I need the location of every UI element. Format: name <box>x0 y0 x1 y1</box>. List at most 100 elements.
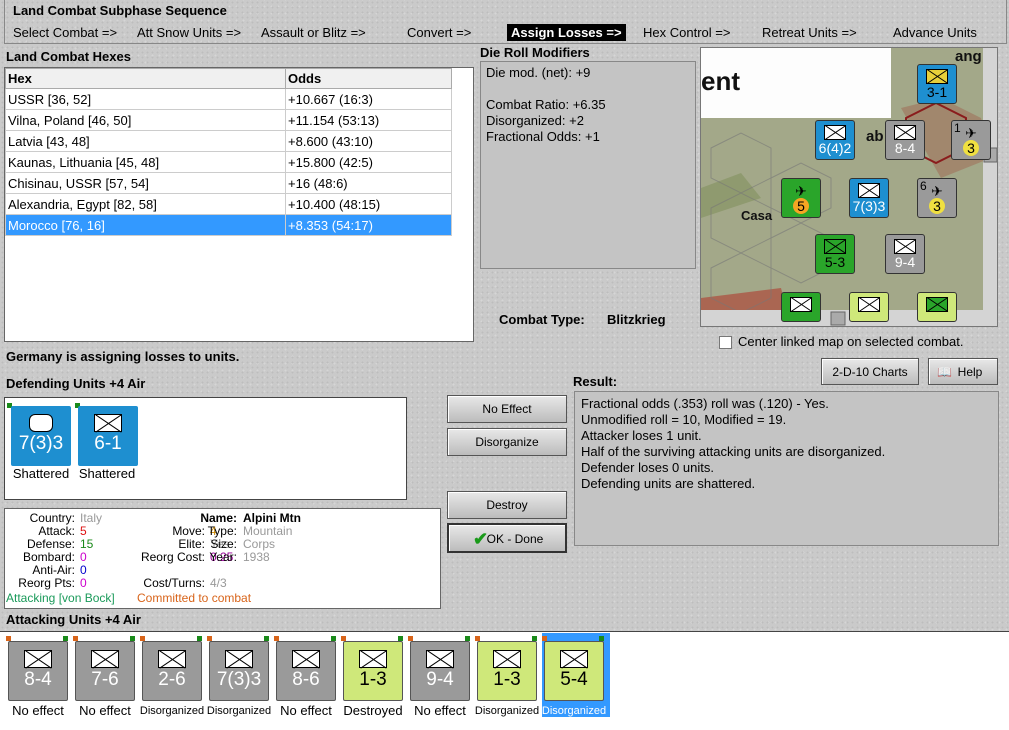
info-antiair-label: Anti-Air: <box>32 563 75 577</box>
armor-symbol-icon <box>29 414 53 432</box>
map-unit[interactable] <box>849 292 889 322</box>
die-line <box>486 81 690 97</box>
map-unit[interactable]: 8-4 <box>885 120 925 160</box>
infantry-symbol-icon <box>158 650 186 668</box>
check-icon: ✔ <box>473 529 489 549</box>
die-line: Fractional Odds: +1 <box>486 129 600 144</box>
combat-type-label: Combat Type: <box>499 312 585 327</box>
attacking-unit[interactable]: 7(3)3 <box>209 641 269 701</box>
info-name-value: Alpini Mtn <box>243 511 301 525</box>
no-effect-button[interactable]: No Effect <box>447 395 567 423</box>
table-row[interactable]: Kaunas, Lithuania [45, 48] +15.800 (42:5) <box>5 151 452 173</box>
attacking-unit[interactable]: 9-4 <box>410 641 470 701</box>
odds-cell: +16 (48:6) <box>285 172 452 194</box>
infantry-symbol-icon <box>292 650 320 668</box>
die-line: Combat Ratio: +6.35 <box>486 97 606 112</box>
attacking-unit-label: Disorganized <box>541 705 607 717</box>
info-move-label: Move: <box>172 524 205 538</box>
info-year-label: Year: <box>209 550 237 564</box>
attacking-unit[interactable]: 7-6 <box>75 641 135 701</box>
info-reorg-value: 0 <box>80 576 87 590</box>
map-label-ab: ab <box>866 128 884 145</box>
info-elite-label: Elite: <box>178 537 205 551</box>
table-row-selected[interactable]: Morocco [76, 16] +8.353 (54:17) <box>5 214 452 236</box>
phase-att-snow-units[interactable]: Att Snow Units => <box>137 25 241 40</box>
infantry-symbol-icon <box>426 650 454 668</box>
combat-hexes-table[interactable]: Hex Odds USSR [36, 52] +10.667 (16:3) Vil… <box>4 67 474 342</box>
attacking-unit-label: No effect <box>280 703 332 718</box>
attacking-unit-label: No effect <box>12 703 64 718</box>
phase-assign-losses[interactable]: Assign Losses => <box>507 24 626 41</box>
phase-assault-or-blitz[interactable]: Assault or Blitz => <box>261 25 366 40</box>
charts-button[interactable]: 2-D-10 Charts <box>821 358 919 385</box>
table-row[interactable]: USSR [36, 52] +10.667 (16:3) <box>5 88 452 110</box>
attacking-unit[interactable]: 8-4 <box>8 641 68 701</box>
phase-select-combat[interactable]: Select Combat => <box>13 25 117 40</box>
table-row[interactable]: Vilna, Poland [46, 50] +11.154 (53:13) <box>5 109 452 131</box>
map-unit[interactable]: 5-3 <box>815 234 855 274</box>
col-hex-header[interactable]: Hex <box>5 68 286 89</box>
unit-info-box: Country: Italy Attack: 5 Defense: 15 Bom… <box>4 508 441 609</box>
phase-advance-units[interactable]: Advance Units <box>893 25 977 40</box>
combat-type-value: Blitzkrieg <box>607 312 666 327</box>
defending-unit[interactable]: 6-1 <box>78 406 138 466</box>
destroy-button[interactable]: Destroy <box>447 491 567 519</box>
info-bombard-label: Bombard: <box>22 550 75 564</box>
center-map-checkbox[interactable] <box>719 336 732 349</box>
ok-done-button[interactable]: ✔ OK - Done <box>447 523 567 553</box>
table-row[interactable]: Chisinau, USSR [57, 54] +16 (48:6) <box>5 172 452 194</box>
attacking-unit[interactable]: 1-3 <box>477 641 537 701</box>
map-unit[interactable]: 6(4)2 <box>815 120 855 160</box>
result-line: Attacker loses 1 unit. <box>581 428 702 443</box>
phase-convert[interactable]: Convert => <box>407 25 471 40</box>
attacking-unit[interactable]: 8-6 <box>276 641 336 701</box>
help-button[interactable]: 📖 Help <box>928 358 998 385</box>
unit-strength: 9-4 <box>426 669 454 690</box>
col-odds-header[interactable]: Odds <box>285 68 452 89</box>
info-size-value: Corps <box>243 537 276 551</box>
defending-unit-label: Shattered <box>12 466 70 481</box>
map-unit[interactable] <box>917 292 957 322</box>
phase-retreat-units[interactable]: Retreat Units => <box>762 25 857 40</box>
result-line: Half of the surviving attacking units ar… <box>581 444 886 459</box>
map-label-casa: Casa <box>741 208 773 223</box>
hex-cell: Latvia [43, 48] <box>5 130 286 152</box>
hex-cell: Chisinau, USSR [57, 54] <box>5 172 286 194</box>
odds-cell: +8.353 (54:17) <box>285 214 452 236</box>
hex-cell: Morocco [76, 16] <box>5 214 286 236</box>
info-attacking-label: Attacking [von Bock] <box>6 591 115 605</box>
attacking-unit[interactable]: 5-4 <box>544 641 604 701</box>
defending-unit[interactable]: 7(3)3 <box>11 406 71 466</box>
info-attack-label: Attack: <box>38 524 75 538</box>
attacking-unit-label: No effect <box>79 703 131 718</box>
info-reorgcost-label: Reorg Cost: <box>140 550 205 564</box>
status-text: Germany is assigning losses to units. <box>6 349 240 364</box>
linked-map[interactable]: ent Casa ab ang 3-1 6(4)2 8-4 5-3 9-4 7(… <box>700 47 998 327</box>
map-unit[interactable]: 7(3)3 <box>849 178 889 218</box>
disorganize-button[interactable]: Disorganize <box>447 428 567 456</box>
info-defense-label: Defense: <box>26 537 75 551</box>
attacking-unit-label: Destroyed <box>343 703 403 718</box>
table-row[interactable]: Latvia [43, 48] +8.600 (43:10) <box>5 130 452 152</box>
odds-cell: +10.667 (16:3) <box>285 88 452 110</box>
mountain-symbol-icon <box>94 414 122 432</box>
info-cost-label: Cost/Turns: <box>143 576 205 590</box>
attacking-unit[interactable]: 1-3 <box>343 641 403 701</box>
phase-hex-control[interactable]: Hex Control => <box>643 25 730 40</box>
result-line: Defender loses 0 units. <box>581 460 714 475</box>
map-unit[interactable]: 3-1 <box>917 64 957 104</box>
map-unit[interactable]: 1 ✈ 3 <box>951 120 991 160</box>
attacking-unit-label: Disorganized <box>206 705 272 717</box>
map-unit[interactable] <box>781 292 821 322</box>
map-unit[interactable]: 6 ✈ 3 <box>917 178 957 218</box>
unit-strength: 7(3)3 <box>216 669 262 690</box>
unit-strength: 7-6 <box>91 669 119 690</box>
table-row[interactable]: Alexandria, Egypt [82, 58] +10.400 (48:15… <box>5 193 452 215</box>
infantry-symbol-icon <box>560 650 588 668</box>
map-unit[interactable]: 9-4 <box>885 234 925 274</box>
odds-cell: +10.400 (48:15) <box>285 193 452 215</box>
info-year-value: 1938 <box>243 550 270 564</box>
unit-strength: 8-6 <box>292 669 320 690</box>
attacking-unit[interactable]: 2-6 <box>142 641 202 701</box>
map-unit[interactable]: ✈ 5 <box>781 178 821 218</box>
